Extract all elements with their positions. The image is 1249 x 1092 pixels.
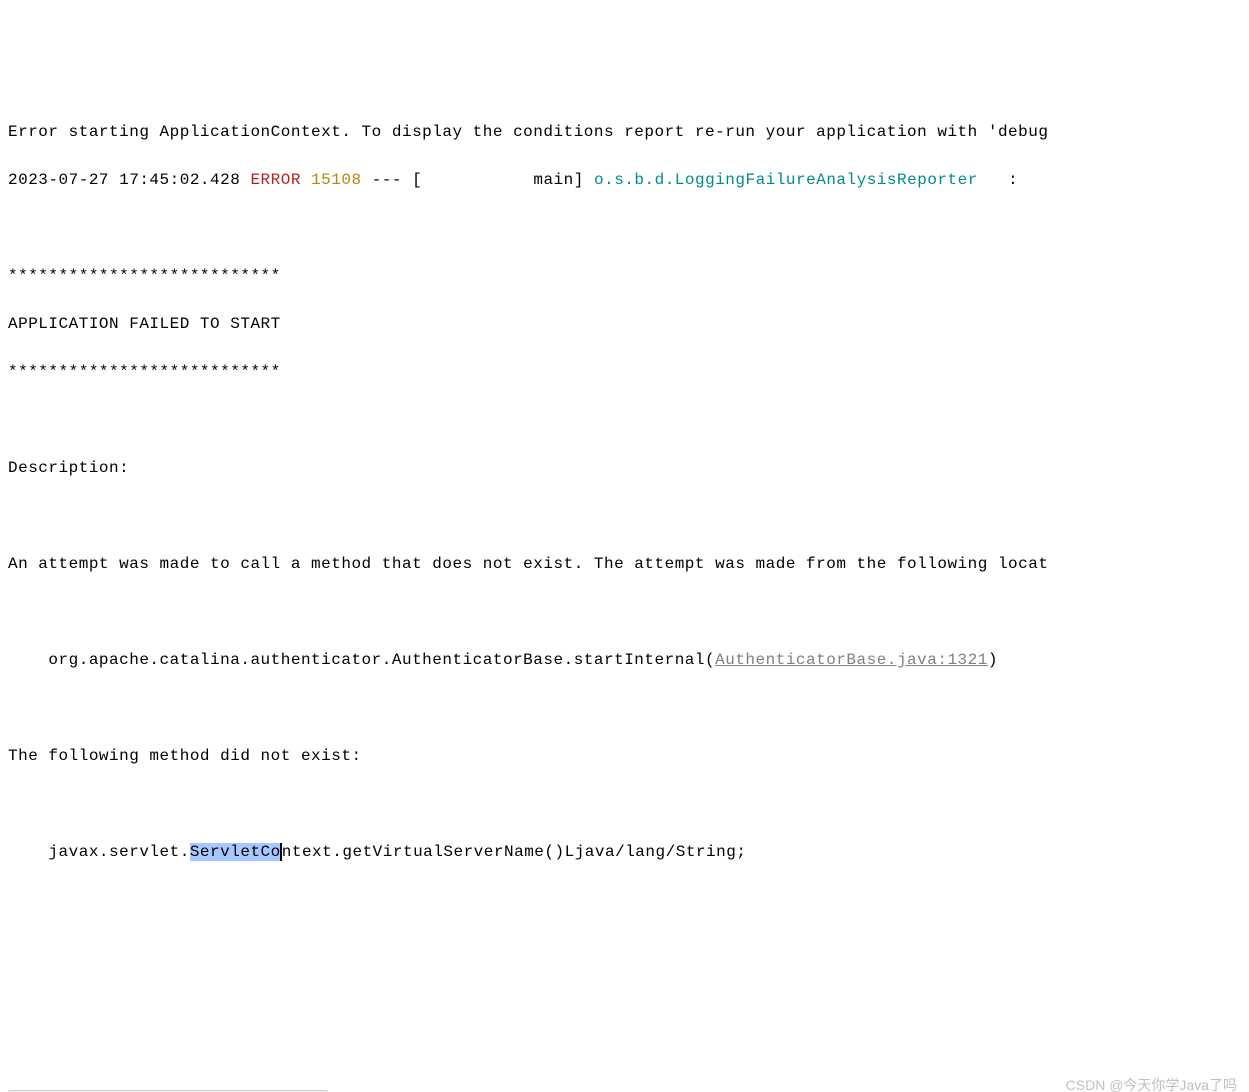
log-level: ERROR xyxy=(250,171,301,189)
watermark-text: CSDN @今天你学Java了吗 xyxy=(1066,1075,1237,1092)
blank-line xyxy=(8,408,1241,432)
border-bottom: *************************** xyxy=(8,360,1241,384)
missing-pre: javax.servlet. xyxy=(48,843,189,861)
context-error-line: Error starting ApplicationContext. To di… xyxy=(8,120,1241,144)
source-link[interactable]: AuthenticatorBase.java:1321 xyxy=(715,651,988,669)
border-top: *************************** xyxy=(8,264,1241,288)
log-pid: 15108 xyxy=(311,171,362,189)
blank-line xyxy=(8,504,1241,528)
description-body: An attempt was made to call a method tha… xyxy=(8,552,1241,576)
missing-indent xyxy=(8,843,48,861)
blank-line xyxy=(8,792,1241,816)
blank-line xyxy=(8,696,1241,720)
log-timestamp: 2023-07-27 17:45:02.428 xyxy=(8,171,240,189)
missing-post: ntext.getVirtualServerName()Ljava/lang/S… xyxy=(282,843,747,861)
missing-method-line: javax.servlet.ServletContext.getVirtualS… xyxy=(8,840,1241,864)
failure-title: APPLICATION FAILED TO START xyxy=(8,312,1241,336)
log-dashes: --- xyxy=(372,171,402,189)
trace-suffix: ) xyxy=(988,651,998,669)
blank-line xyxy=(8,216,1241,240)
log-end-colon: : xyxy=(978,171,1018,189)
log-header-line: 2023-07-27 17:45:02.428 ERROR 15108 --- … xyxy=(8,168,1241,192)
blank-line xyxy=(8,600,1241,624)
thread-open: [ xyxy=(412,171,422,189)
trace-indent xyxy=(8,651,48,669)
trace-prefix: org.apache.catalina.authenticator.Authen… xyxy=(48,651,715,669)
stacktrace-line: org.apache.catalina.authenticator.Authen… xyxy=(8,648,1241,672)
thread-name: main xyxy=(422,171,574,189)
console-output: Error starting ApplicationContext. To di… xyxy=(0,96,1249,888)
thread-close: ] xyxy=(574,171,584,189)
horizontal-scrollbar[interactable] xyxy=(8,1090,328,1092)
description-header: Description: xyxy=(8,456,1241,480)
missing-method-header: The following method did not exist: xyxy=(8,744,1241,768)
text-selection[interactable]: ServletCo xyxy=(190,843,281,861)
logger-name: o.s.b.d.LoggingFailureAnalysisReporter xyxy=(594,171,978,189)
